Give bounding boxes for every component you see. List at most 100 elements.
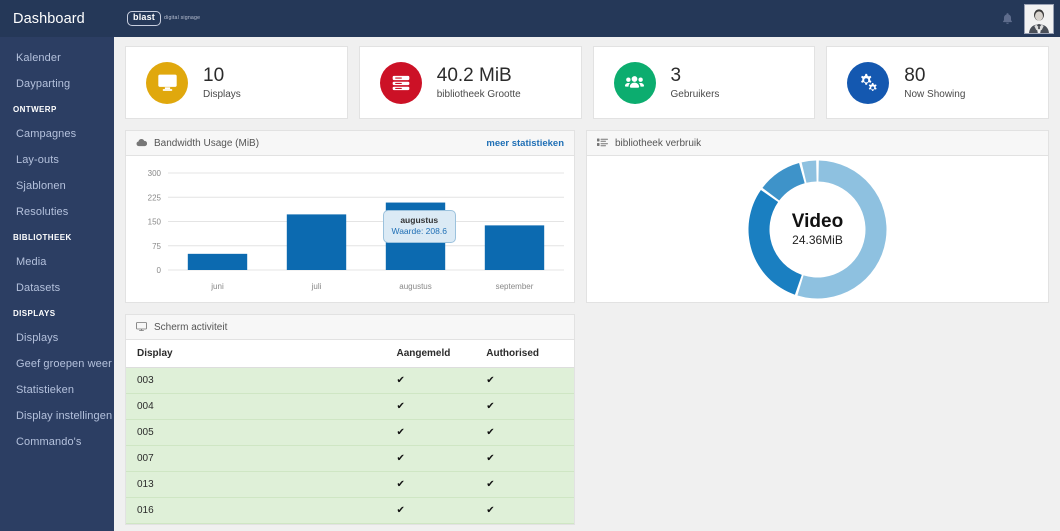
column-header-display[interactable]: Display [126,340,394,368]
activity-panel-title: Scherm activiteit [154,322,227,333]
check-icon: ✔ [486,401,494,412]
cell-aangemeld: ✔ [394,368,484,394]
sidebar-item-lay-outs[interactable]: Lay-outs [0,147,114,173]
users-icon [614,62,656,104]
top-bar-actions [990,0,1060,37]
table-row[interactable]: 016✔✔ [126,498,574,524]
check-icon: ✔ [486,505,494,516]
stat-card-value: 40.2 MiB [437,65,521,87]
sidebar-item-dayparting[interactable]: Dayparting [0,71,114,97]
check-icon: ✔ [486,427,494,438]
bandwidth-panel-title: Bandwidth Usage (MiB) [154,138,259,149]
check-icon: ✔ [486,453,494,464]
svg-text:150: 150 [148,218,162,227]
sidebar-item-statistieken[interactable]: Statistieken [0,377,114,403]
stat-card-value: 10 [203,65,241,87]
gears-icon [847,62,889,104]
library-list-icon [597,134,608,152]
table-row[interactable]: 003✔✔ [126,368,574,394]
table-row[interactable]: 007✔✔ [126,446,574,472]
donut-center-text: Video 24.36MiB [746,158,889,301]
cell-aangemeld: ✔ [394,498,484,524]
table-row[interactable]: 005✔✔ [126,420,574,446]
server-icon [380,62,422,104]
stat-card-now-showing[interactable]: 80Now Showing [826,46,1049,119]
bell-icon [1001,11,1014,26]
column-header-authorised[interactable]: Authorised [484,340,574,368]
library-donut-chart: Video 24.36MiB [746,158,889,301]
library-donut-body: Video 24.36MiB [587,156,1048,303]
check-icon: ✔ [396,479,404,490]
stat-card-gebruikers[interactable]: 3 Gebruikers [593,46,816,119]
avatar[interactable] [1024,4,1054,34]
sidebar-item-geef-groepen-weer[interactable]: Geef groepen weer [0,351,114,377]
check-icon: ✔ [396,505,404,516]
stat-cards: 10Displays 40.2 MiBbibliotheek Grootte 3 Ge… [125,46,1049,119]
check-icon: ✔ [486,479,494,490]
sidebar-item-kalender[interactable]: Kalender [0,45,114,71]
monitor-icon [136,318,147,336]
activity-table-body: Display Aangemeld Authorised 003✔✔004✔✔0… [126,340,574,524]
sidebar-item-resoluties[interactable]: Resoluties [0,199,114,225]
stat-card-text: 40.2 MiBbibliotheek Grootte [437,65,521,100]
stat-card-text: 3 Gebruikers [671,65,720,100]
svg-text:augustus: augustus [399,282,431,291]
cell-authorised: ✔ [484,498,574,524]
stat-card-text: 80Now Showing [904,65,965,100]
screen-activity-panel: Scherm activiteit Display Aangemeld Auth… [125,314,575,525]
cell-display: 005 [126,420,394,446]
stat-card-label: Gebruikers [671,89,720,100]
cell-authorised: ✔ [484,420,574,446]
dashboard-app: Dashboard blast digital signage [0,0,1060,531]
library-panel-title: bibliotheek verbruik [615,138,701,149]
cell-aangemeld: ✔ [394,472,484,498]
sidebar-item-campagnes[interactable]: Campagnes [0,121,114,147]
cell-display: 013 [126,472,394,498]
bandwidth-panel: Bandwidth Usage (MiB) meer statistieken … [125,130,575,303]
sidebar-section-bibliotheek: BIBLIOTHEEK [0,225,114,249]
monitor-icon [146,62,188,104]
sidebar-item-displays[interactable]: Displays [0,325,114,351]
activity-table: Display Aangemeld Authorised 003✔✔004✔✔0… [126,340,574,524]
column-header-aangemeld[interactable]: Aangemeld [394,340,484,368]
cell-authorised: ✔ [484,472,574,498]
table-header-row: Display Aangemeld Authorised [126,340,574,368]
donut-value: 24.36MiB [792,233,843,247]
bar-augustus[interactable] [386,203,445,270]
brand-logo[interactable]: blast digital signage [127,11,200,26]
cell-authorised: ✔ [484,394,574,420]
sidebar-item-datasets[interactable]: Datasets [0,275,114,301]
check-icon: ✔ [396,401,404,412]
donut-label: Video [792,212,843,232]
check-icon: ✔ [396,375,404,386]
sidebar-item-display-instellingen[interactable]: Display instellingen [0,403,114,429]
stat-card-value: 3 [671,65,720,87]
table-row[interactable]: 013✔✔ [126,472,574,498]
activity-table-body-rows: 003✔✔004✔✔005✔✔007✔✔013✔✔016✔✔ [126,368,574,524]
bandwidth-panel-header: Bandwidth Usage (MiB) meer statistieken [126,131,574,156]
cell-aangemeld: ✔ [394,394,484,420]
svg-text:0: 0 [157,266,162,275]
stat-card-displays[interactable]: 10Displays [125,46,348,119]
main-content: 10Displays 40.2 MiBbibliotheek Grootte 3 Ge… [114,37,1060,531]
bar-september[interactable] [485,225,544,270]
bar-juli[interactable] [287,214,346,270]
more-statistics-link[interactable]: meer statistieken [486,138,564,149]
charts-row: Bandwidth Usage (MiB) meer statistieken … [125,130,1049,303]
notifications-button[interactable] [990,11,1024,26]
page-title: Dashboard [0,11,114,27]
svg-text:juni: juni [210,282,224,291]
bar-juni[interactable] [188,254,247,270]
sidebar-item-media[interactable]: Media [0,249,114,275]
cell-display: 003 [126,368,394,394]
stat-card-label: Now Showing [904,89,965,100]
top-bar: Dashboard blast digital signage [0,0,1060,37]
svg-text:juli: juli [311,282,322,291]
sidebar-item-commando-s[interactable]: Commando's [0,429,114,455]
activity-table-head: Display Aangemeld Authorised [126,340,574,368]
stat-card-bibliotheek-grootte[interactable]: 40.2 MiBbibliotheek Grootte [359,46,582,119]
sidebar-item-sjablonen[interactable]: Sjablonen [0,173,114,199]
table-row[interactable]: 004✔✔ [126,394,574,420]
check-icon: ✔ [396,427,404,438]
logo-tagline: digital signage [164,15,200,21]
